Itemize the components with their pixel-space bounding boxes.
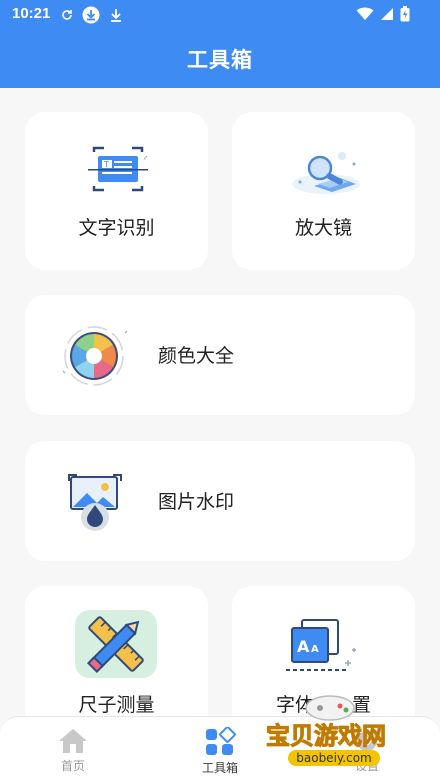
nav-label-home: 首页 (60, 759, 85, 773)
tool-label-text-recognition: 文字识别 (78, 217, 155, 239)
home-icon (59, 729, 87, 753)
tool-grid: T 文字识别 放大镜 颜色大全 图片水印 尺子测量 A A 字体 置 (0, 88, 440, 782)
status-bar: 10:21 (0, 0, 440, 30)
magnifier-icon (288, 148, 364, 202)
tool-card-colors[interactable]: 颜色大全 (25, 295, 415, 415)
nav-item-toolbox[interactable]: 工具箱 (175, 727, 265, 776)
ruler-pencil-icon (75, 608, 157, 684)
tool-card-watermark[interactable]: 图片水印 (25, 441, 415, 561)
svg-text:A: A (297, 637, 310, 656)
sync-icon (62, 10, 72, 20)
app-header: 10:21 工具箱 (0, 0, 440, 88)
watermark-name: 宝贝游戏网 (266, 722, 386, 750)
gamepad-icon (305, 695, 355, 721)
wifi-icon (356, 7, 374, 20)
tool-label-watermark: 图片水印 (158, 491, 235, 513)
color-wheel-icon (59, 325, 129, 391)
tool-label-magnifier: 放大镜 (294, 217, 352, 239)
nav-item-home[interactable]: 首页 (28, 727, 118, 774)
tool-card-magnifier[interactable]: 放大镜 (232, 112, 415, 270)
toolbox-icon (206, 727, 236, 755)
svg-text:T: T (103, 160, 109, 169)
text-scan-icon: T (86, 146, 150, 202)
tool-card-text-recognition[interactable]: T 文字识别 (25, 112, 208, 270)
signal-icon (381, 8, 393, 20)
download-badge-icon (82, 6, 100, 24)
image-watermark-icon (65, 471, 125, 537)
svg-text:A: A (311, 644, 319, 655)
battery-icon (400, 6, 410, 22)
font-size-icon: A A (284, 618, 364, 682)
site-watermark: 宝贝游戏网 baobeiy.com (260, 686, 420, 782)
nav-label-toolbox: 工具箱 (201, 761, 238, 775)
status-time: 10:21 (12, 5, 51, 22)
tool-label-colors: 颜色大全 (158, 345, 235, 367)
download-icon (111, 9, 121, 22)
page-title: 工具箱 (187, 48, 253, 72)
watermark-url: baobeiy.com (296, 751, 371, 765)
tool-label-ruler: 尺子测量 (78, 694, 155, 716)
